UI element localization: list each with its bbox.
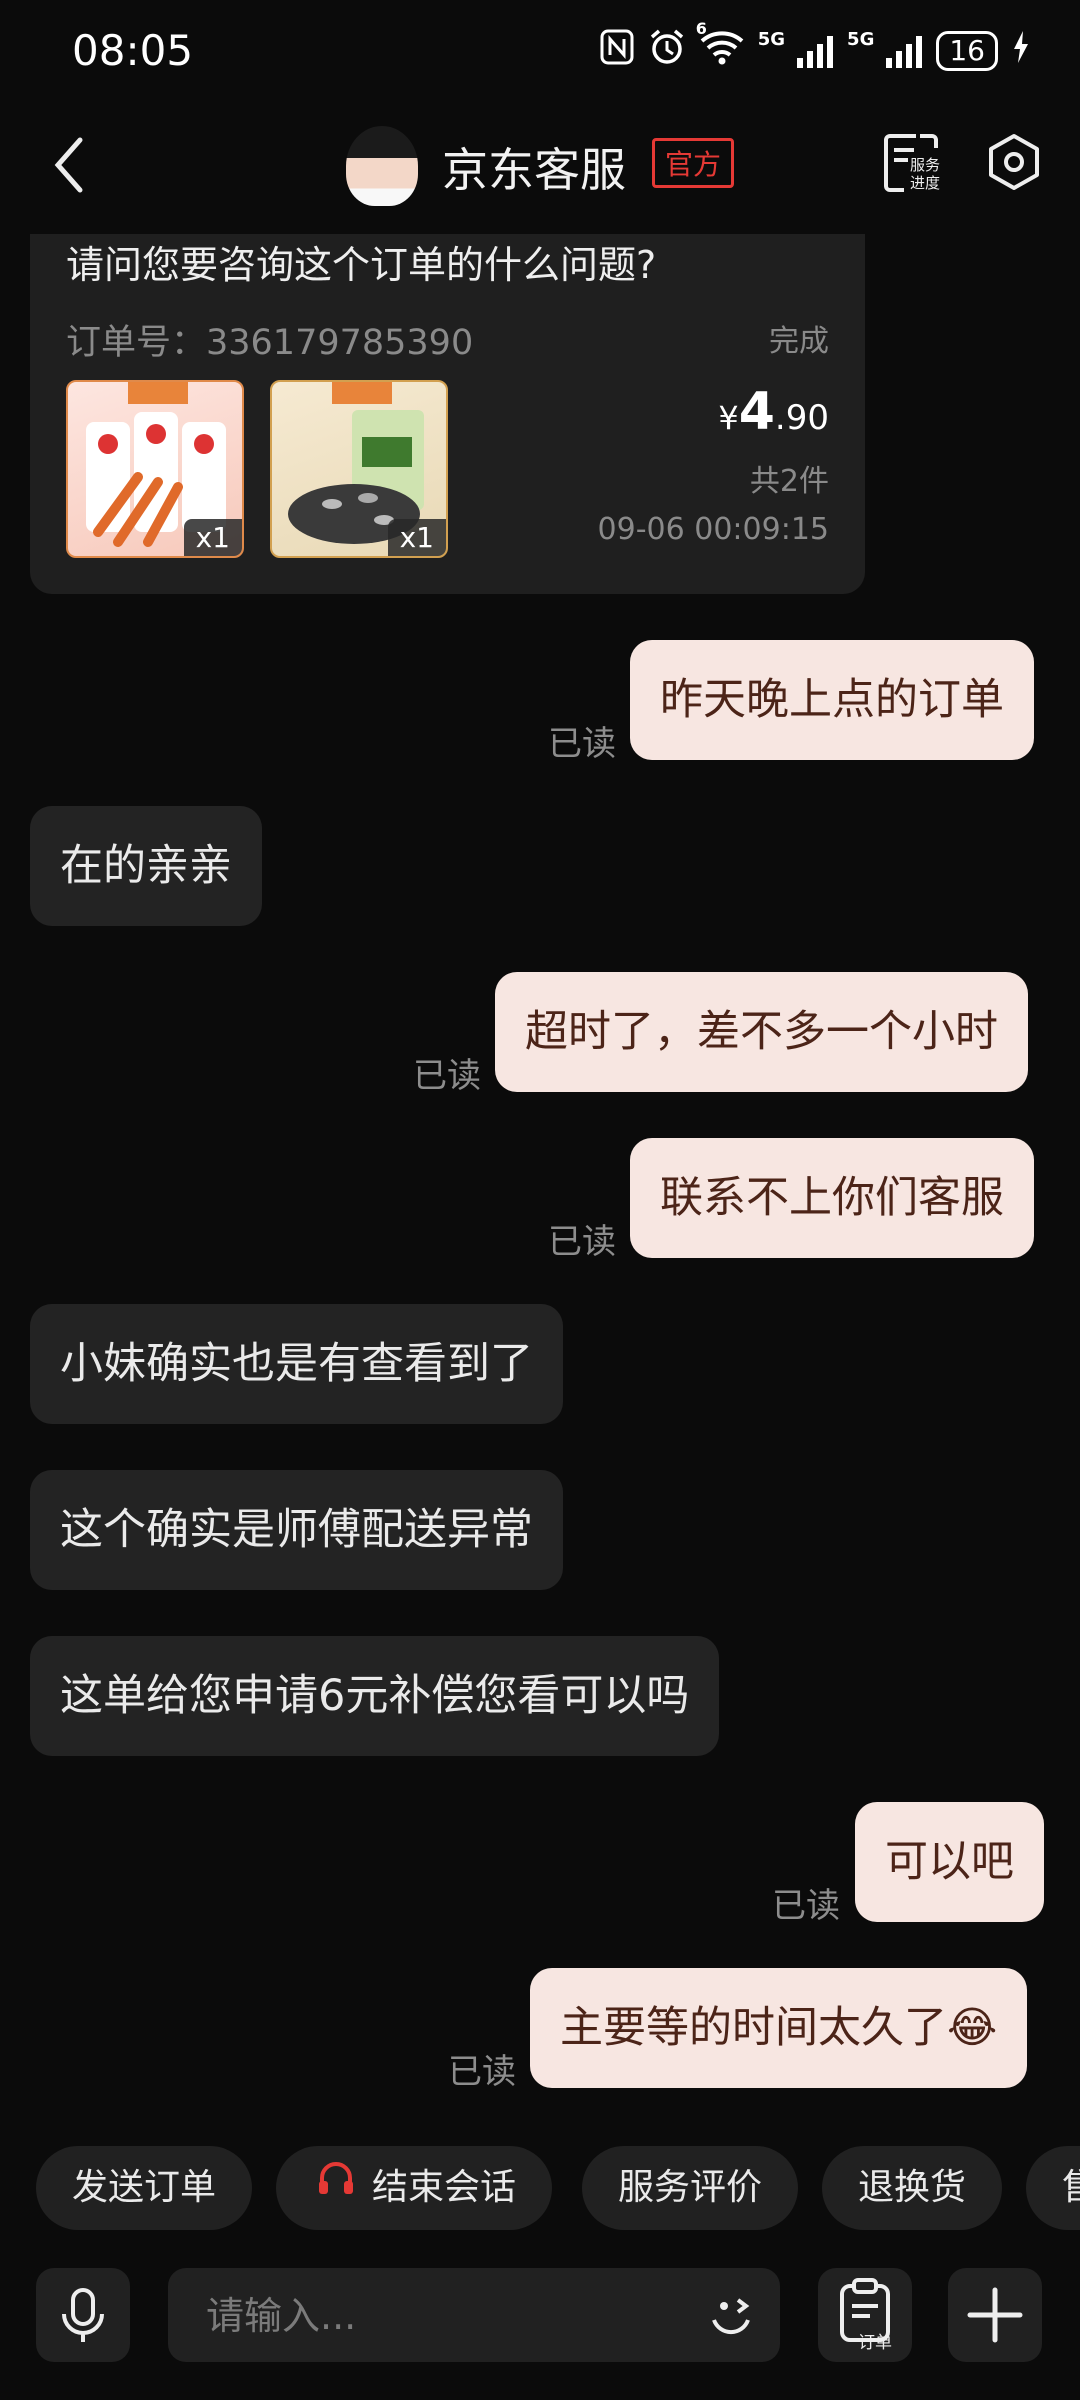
price-integer: 4 xyxy=(738,382,775,442)
outgoing-message[interactable]: 主要等的时间太久了😂 xyxy=(530,1968,1028,2088)
plus-icon xyxy=(967,2287,1023,2343)
more-button[interactable] xyxy=(948,2268,1042,2362)
nfc-icon xyxy=(600,29,634,73)
order-card[interactable]: 请问您要咨询这个订单的什么问题? 订单号：336179785390 完成 x1 … xyxy=(30,234,865,594)
product-thumbnail[interactable]: x1 xyxy=(66,380,244,558)
status-bar: 08:05 6 5G 5G 16 xyxy=(0,0,1080,100)
end-session-chip[interactable]: 结束会话 xyxy=(276,2146,553,2231)
microphone-icon xyxy=(62,2288,104,2342)
emoji-button[interactable] xyxy=(702,2286,760,2344)
read-receipt: 已读 xyxy=(448,2052,516,2092)
read-receipt: 已读 xyxy=(548,1222,616,1262)
incoming-message[interactable]: 这单给您申请6元补偿您看可以吗 xyxy=(30,1636,720,1756)
charging-icon xyxy=(1012,30,1030,72)
network-type-2: 5G xyxy=(847,28,875,50)
signal-icon-2 xyxy=(886,34,923,68)
order-status: 完成 xyxy=(769,324,829,359)
item-count: 共2件 xyxy=(749,464,829,499)
settings-button[interactable] xyxy=(984,132,1044,192)
order-price: ¥4.90 xyxy=(718,382,829,442)
product-thumbnail[interactable]: x1 xyxy=(270,380,448,558)
item-quantity: x1 xyxy=(387,519,446,556)
service-rating-chip[interactable]: 服务评价 xyxy=(582,2146,799,2230)
status-time: 08:05 xyxy=(72,26,194,75)
chat-header: 京东客服 官方 服务 进度 xyxy=(0,100,1080,230)
svg-text:服务: 服务 xyxy=(910,156,940,174)
price-currency: ¥ xyxy=(718,399,739,437)
incoming-message[interactable]: 这个确实是师傅配送异常 xyxy=(30,1470,563,1590)
agent-avatar[interactable] xyxy=(346,126,418,206)
back-button[interactable] xyxy=(44,130,104,200)
order-number: 订单号：336179785390 xyxy=(66,323,474,363)
wifi-badge: 6 xyxy=(695,19,707,38)
message-input[interactable] xyxy=(204,2268,648,2364)
battery-icon: 16 xyxy=(936,31,998,71)
order-button[interactable]: 订单 xyxy=(818,2268,912,2362)
outgoing-message[interactable]: 昨天晚上点的订单 xyxy=(630,640,1034,760)
svg-text:进度: 进度 xyxy=(910,174,940,192)
order-time: 09-06 00:09:15 xyxy=(597,512,829,547)
official-badge: 官方 xyxy=(652,138,735,188)
after-sale-chip[interactable]: 售 xyxy=(1026,2146,1080,2230)
chevron-left-icon xyxy=(54,137,83,193)
end-session-label: 结束会话 xyxy=(372,2167,517,2208)
send-order-chip[interactable]: 发送订单 xyxy=(36,2146,253,2230)
price-decimal: .90 xyxy=(774,398,829,438)
incoming-message[interactable]: 小妹确实也是有查看到了 xyxy=(30,1304,563,1424)
chat-title: 京东客服 xyxy=(442,143,626,197)
settings-hexagon-icon xyxy=(989,134,1039,190)
outgoing-message[interactable]: 可以吧 xyxy=(855,1802,1044,1922)
outgoing-message[interactable]: 联系不上你们客服 xyxy=(630,1138,1034,1258)
voice-input-button[interactable] xyxy=(36,2268,130,2362)
item-quantity: x1 xyxy=(183,519,242,556)
outgoing-message[interactable]: 超时了，差不多一个小时 xyxy=(495,972,1028,1092)
service-progress-button[interactable]: 服务 进度 xyxy=(880,130,944,194)
clipboard-order-icon: 订单 xyxy=(840,2278,892,2353)
headset-icon xyxy=(316,2147,356,2231)
network-type-1: 5G xyxy=(757,28,786,50)
wifi-icon: 6 xyxy=(696,19,744,73)
incoming-message[interactable]: 在的亲亲 xyxy=(30,806,262,926)
order-question: 请问您要咨询这个订单的什么问题? xyxy=(66,243,657,287)
return-exchange-chip[interactable]: 退换货 xyxy=(822,2146,1003,2230)
alarm-icon xyxy=(648,28,686,74)
service-progress-icon: 服务 进度 xyxy=(884,134,940,192)
svg-text:订单: 订单 xyxy=(858,2333,892,2353)
signal-icon-1 xyxy=(797,34,834,68)
status-icons: 6 5G 5G 16 xyxy=(600,19,1030,74)
read-receipt: 已读 xyxy=(548,724,616,764)
message-input-box[interactable] xyxy=(168,2268,780,2364)
read-receipt: 已读 xyxy=(772,1886,840,1926)
wink-emoji-icon xyxy=(712,2298,750,2335)
read-receipt: 已读 xyxy=(413,1056,481,1096)
